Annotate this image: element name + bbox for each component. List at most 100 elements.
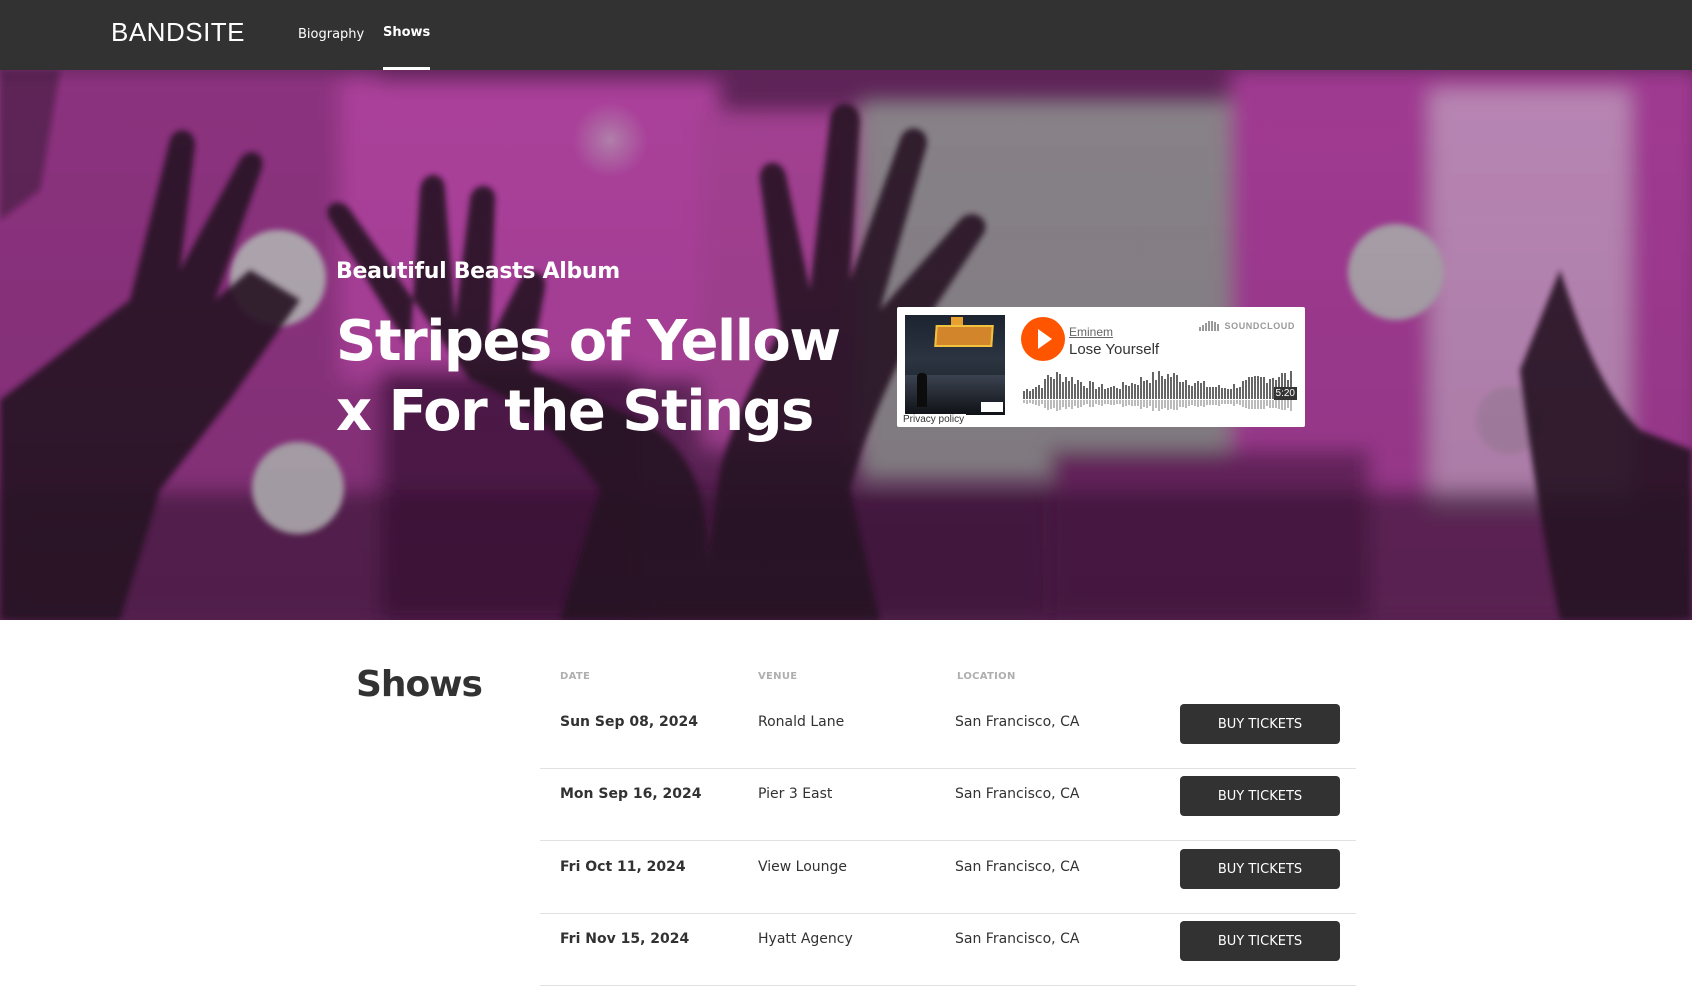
play-button[interactable] bbox=[1021, 317, 1065, 361]
buy-tickets-button[interactable]: BUY TICKETS bbox=[1180, 921, 1340, 961]
waveform-reflection-bar bbox=[1071, 400, 1073, 409]
waveform[interactable] bbox=[1023, 369, 1295, 413]
waveform-reflection-bar bbox=[1026, 400, 1028, 404]
waveform-reflection-bar bbox=[1278, 400, 1280, 409]
waveform-reflection-bar bbox=[1137, 400, 1139, 406]
soundcloud-brand-text: SOUNDCLOUD bbox=[1224, 321, 1295, 331]
waveform-bar bbox=[1113, 386, 1115, 399]
waveform-bar bbox=[1158, 371, 1160, 399]
show-date: Fri Oct 11, 2024 bbox=[560, 859, 686, 875]
waveform-bar bbox=[1050, 377, 1052, 399]
soundcloud-logo[interactable]: SOUNDCLOUD bbox=[1198, 321, 1296, 331]
waveform-reflection-bar bbox=[1092, 400, 1094, 407]
waveform-bar bbox=[1083, 386, 1085, 399]
waveform-bar bbox=[1215, 387, 1217, 399]
show-venue: View Lounge bbox=[758, 859, 848, 875]
show-row[interactable]: Fri Nov 15, 2024 Hyatt Agency San Franci… bbox=[540, 914, 1356, 986]
waveform-reflection-bar bbox=[1269, 400, 1271, 408]
waveform-reflection-bar bbox=[1164, 400, 1166, 408]
buy-tickets-button[interactable]: BUY TICKETS bbox=[1180, 849, 1340, 889]
show-venue: Hyatt Agency bbox=[758, 931, 853, 947]
waveform-bar bbox=[1167, 374, 1169, 399]
waveform-reflection-bar bbox=[1206, 400, 1208, 405]
waveform-reflection-bar bbox=[1215, 400, 1217, 405]
waveform-reflection-bar bbox=[1098, 400, 1100, 405]
shows-heading: Shows bbox=[356, 664, 483, 705]
waveform-bar bbox=[1068, 381, 1070, 399]
waveform-reflection-bar bbox=[1062, 400, 1064, 407]
waveform-bar bbox=[1062, 382, 1064, 399]
waveform-bar bbox=[1212, 387, 1214, 399]
waveform-bar bbox=[1230, 389, 1232, 399]
waveform-reflection-bar bbox=[1224, 400, 1226, 404]
waveform-bar bbox=[1134, 384, 1136, 399]
waveform-reflection-bar bbox=[1158, 400, 1160, 411]
waveform-bar bbox=[1143, 381, 1145, 399]
waveform-bar bbox=[1116, 388, 1118, 399]
buy-tickets-button[interactable]: BUY TICKETS bbox=[1180, 776, 1340, 816]
waveform-reflection-bar bbox=[1227, 400, 1229, 404]
show-location: San Francisco, CA bbox=[955, 714, 1080, 730]
waveform-reflection-bar bbox=[1257, 400, 1259, 409]
show-row[interactable]: Mon Sep 16, 2024 Pier 3 East San Francis… bbox=[540, 769, 1356, 841]
waveform-bar bbox=[1233, 384, 1235, 399]
waveform-reflection-bar bbox=[1122, 400, 1124, 407]
show-location: San Francisco, CA bbox=[955, 786, 1080, 802]
waveform-reflection-bar bbox=[1290, 400, 1292, 411]
soundcloud-player: Privacy policy Eminem Lose Yourself SOUN… bbox=[897, 307, 1305, 427]
waveform-bar bbox=[1221, 388, 1223, 399]
waveform-bar bbox=[1164, 379, 1166, 399]
album-artwork[interactable] bbox=[905, 315, 1005, 415]
waveform-reflection-bar bbox=[1104, 400, 1106, 404]
waveform-reflection-bar bbox=[1140, 400, 1142, 409]
waveform-bar bbox=[1155, 380, 1157, 399]
waveform-bar bbox=[1176, 375, 1178, 399]
waveform-bar bbox=[1032, 389, 1034, 399]
show-date: Fri Nov 15, 2024 bbox=[560, 931, 690, 947]
waveform-reflection-bar bbox=[1143, 400, 1145, 407]
waveform-bar bbox=[1074, 384, 1076, 399]
waveform-bar bbox=[1059, 374, 1061, 399]
waveform-reflection-bar bbox=[1272, 400, 1274, 408]
waveform-bar bbox=[1071, 377, 1073, 399]
column-header-location: LOCATION bbox=[957, 671, 1016, 682]
show-row[interactable]: Fri Oct 11, 2024 View Lounge San Francis… bbox=[540, 842, 1356, 914]
track-title[interactable]: Lose Yourself bbox=[1069, 341, 1159, 358]
waveform-reflection-bar bbox=[1116, 400, 1118, 404]
waveform-bar bbox=[1206, 387, 1208, 399]
track-artist-link[interactable]: Eminem bbox=[1069, 325, 1113, 339]
nav-link-biography[interactable]: Biography bbox=[298, 27, 364, 72]
soundcloud-icon bbox=[1198, 321, 1221, 331]
waveform-reflection-bar bbox=[1125, 400, 1127, 406]
waveform-reflection-bar bbox=[1242, 400, 1244, 407]
artwork-figure bbox=[917, 373, 927, 407]
waveform-reflection-bar bbox=[1182, 400, 1184, 407]
waveform-reflection-bar bbox=[1248, 400, 1250, 409]
waveform-reflection-bar bbox=[1107, 400, 1109, 404]
waveform-reflection-bar bbox=[1185, 400, 1187, 408]
waveform-bar bbox=[1044, 379, 1046, 399]
waveform-bar bbox=[1188, 385, 1190, 399]
waveform-reflection-bar bbox=[1134, 400, 1136, 406]
waveform-reflection-bar bbox=[1254, 400, 1256, 409]
show-row[interactable]: Sun Sep 08, 2024 Ronald Lane San Francis… bbox=[540, 697, 1356, 769]
waveform-reflection-bar bbox=[1089, 400, 1091, 407]
waveform-bar bbox=[1260, 377, 1262, 399]
waveform-bar bbox=[1104, 389, 1106, 399]
waveform-reflection-bar bbox=[1119, 400, 1121, 404]
waveform-reflection-bar bbox=[1029, 400, 1031, 403]
waveform-reflection-bar bbox=[1080, 400, 1082, 407]
buy-tickets-button[interactable]: BUY TICKETS bbox=[1180, 704, 1340, 744]
artwork-sign bbox=[934, 325, 994, 347]
waveform-reflection-bar bbox=[1056, 400, 1058, 411]
nav-link-shows[interactable]: Shows bbox=[383, 25, 431, 70]
waveform-reflection-bar bbox=[1035, 400, 1037, 405]
site-logo[interactable]: BANDSITE bbox=[111, 17, 245, 48]
waveform-reflection-bar bbox=[1194, 400, 1196, 406]
waveform-reflection-bar bbox=[1155, 400, 1157, 408]
privacy-policy-link[interactable]: Privacy policy bbox=[901, 414, 967, 426]
waveform-bar bbox=[1086, 388, 1088, 399]
waveform-reflection-bar bbox=[1212, 400, 1214, 405]
waveform-reflection-bar bbox=[1095, 400, 1097, 404]
waveform-bar bbox=[1041, 388, 1043, 399]
